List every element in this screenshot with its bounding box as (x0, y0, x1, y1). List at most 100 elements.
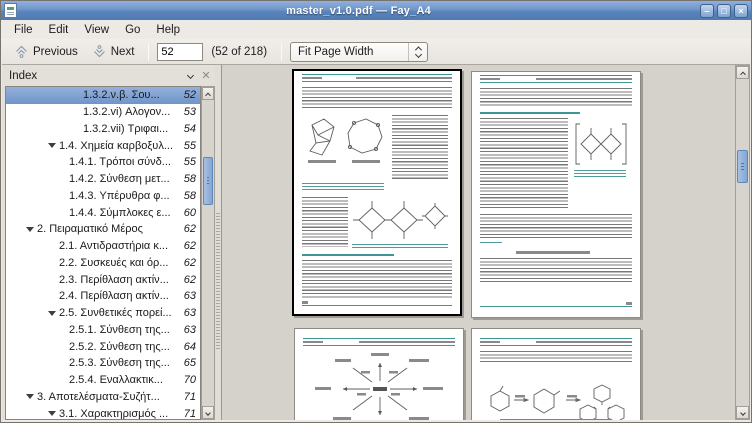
index-item[interactable]: 2.5.1. Σύνθεση της... 63 (6, 322, 200, 339)
splitter-grip-icon (216, 213, 220, 351)
index-item[interactable]: 1.4.2. Σύνθεση μετ...58 (6, 171, 200, 188)
index-item-label: 2.3. Περίθλαση ακτίν... (59, 274, 169, 286)
index-item[interactable]: 1.3.2.ν.β. Σου...52 (6, 87, 200, 104)
equation (516, 251, 590, 254)
sidebar-view-dropdown[interactable]: Index (5, 66, 197, 86)
index-item[interactable]: 2.5. Συνθετικές πορεί...63 (6, 305, 200, 322)
previous-label: Previous (33, 46, 78, 58)
zoom-select[interactable]: Fit Page Width (290, 42, 428, 62)
next-label: Next (111, 46, 135, 58)
expander-icon[interactable] (44, 143, 59, 148)
window-title: master_v1.0.pdf — Fay_A4 (17, 5, 700, 17)
menu-file[interactable]: File (6, 22, 41, 38)
scroll-down-icon[interactable] (202, 406, 214, 419)
index-item-page: 58 (184, 190, 200, 202)
sidebar-scroll-thumb[interactable] (203, 157, 213, 205)
index-item-label: 1.4. Χημεία καρβοξυλ... (59, 140, 173, 152)
index-item[interactable]: 2.1. Αντιδραστήρια κ...62 (6, 238, 200, 255)
page-preview[interactable] (471, 71, 641, 318)
index-item-page: 70 (184, 374, 200, 386)
index-item[interactable]: 2.3. Περίθλαση ακτίν... 62 (6, 271, 200, 288)
expander-icon[interactable] (44, 311, 59, 316)
toolbar-separator (148, 43, 149, 61)
expander-icon[interactable] (22, 227, 37, 232)
minimize-button[interactable]: – (700, 4, 714, 18)
index-item-page: 60 (184, 207, 200, 219)
index-item-page: 55 (184, 140, 200, 152)
index-item[interactable]: 1.3.2.vii) Τριφαι...54 (6, 121, 200, 138)
spinner-arrows-icon[interactable] (408, 43, 427, 61)
scroll-up-icon[interactable] (202, 87, 214, 100)
index-item-page: 64 (184, 341, 200, 353)
section-heading (302, 254, 394, 256)
index-item[interactable]: 2.5.4. Εναλλακτικ... 70 (6, 372, 200, 389)
index-item-label: 2.1. Αντιδραστήρια κ... (59, 240, 168, 252)
page-text-block (392, 115, 448, 179)
index-item-label: 2.5.1. Σύνθεση της... (69, 324, 170, 336)
index-item-page: 62 (184, 274, 200, 286)
index-item[interactable]: 1.4.3. Υπέρυθρα φ... 58 (6, 188, 200, 205)
index-item-page: 53 (184, 106, 200, 118)
page-text-block (302, 260, 452, 298)
chem-structure-small (422, 203, 448, 229)
expander-icon[interactable] (22, 394, 37, 399)
index-item[interactable]: 2.5.3. Σύνθεση της...65 (6, 355, 200, 372)
index-item[interactable]: 2.5.2. Σύνθεση της...64 (6, 338, 200, 355)
toolbar: Previous Next (52 of 218) Fit Page Width (2, 39, 750, 65)
menu-help[interactable]: Help (148, 22, 188, 38)
index-item[interactable]: 1.4. Χημεία καρβοξυλ... 55 (6, 137, 200, 154)
sidebar-scrollbar[interactable] (201, 86, 215, 420)
menu-go[interactable]: Go (117, 22, 148, 38)
index-item-label: 1.3.2.vii) Τριφαι... (83, 123, 168, 135)
page-text-block (480, 118, 568, 210)
index-item-label: 1.3.2.ν.β. Σου... (83, 89, 160, 101)
previous-button[interactable]: Previous (8, 42, 84, 61)
index-item[interactable]: 3.1. Χαρακτηρισμός ... 71 (6, 405, 200, 420)
menu-edit[interactable]: Edit (41, 22, 77, 38)
index-item[interactable]: 3. Αποτελέσματα-Συζήτ...71 (6, 389, 200, 406)
index-item-label: 1.3.2.vi) Αλογον... (83, 106, 170, 118)
index-item-label: 2.5.4. Εναλλακτικ... (69, 374, 163, 386)
index-item-page: 63 (184, 290, 200, 302)
maximize-button[interactable]: □ (717, 4, 731, 18)
main-scroll-thumb[interactable] (737, 150, 748, 183)
index-item-page: 71 (184, 391, 200, 403)
figure-caption (302, 183, 384, 190)
index-item-label: 3.1. Χαρακτηρισμός ... (59, 408, 168, 420)
document-view[interactable] (221, 65, 750, 420)
sidebar-close-button[interactable]: ✕ (197, 69, 215, 82)
menu-view[interactable]: View (76, 22, 117, 38)
scroll-up-icon[interactable] (736, 66, 749, 79)
expander-icon[interactable] (44, 411, 59, 416)
benzene-reaction-scheme (484, 371, 630, 420)
next-button[interactable]: Next (86, 42, 141, 61)
index-item-page: 63 (184, 324, 200, 336)
index-item-label: 1.4.4. Σύμπλοκες ε... (69, 207, 171, 219)
section-heading (480, 112, 580, 114)
close-button[interactable]: × (734, 4, 748, 18)
main-scrollbar[interactable] (735, 65, 750, 420)
chem-structure-bracket (574, 122, 628, 166)
index-item-page: 71 (184, 408, 200, 420)
index-item[interactable]: 2.4. Περίθλαση ακτίν...63 (6, 288, 200, 305)
titlebar[interactable]: master_v1.0.pdf — Fay_A4 – □ × (1, 1, 751, 20)
index-item[interactable]: 1.4.4. Σύμπλοκες ε... 60 (6, 204, 200, 221)
app-window: master_v1.0.pdf — Fay_A4 – □ × File Edit… (0, 0, 752, 423)
page-text-block (480, 214, 632, 240)
scroll-down-icon[interactable] (736, 406, 749, 419)
index-item[interactable]: 2.2. Συσκευές και όρ... 62 (6, 255, 200, 272)
index-item-page: 62 (184, 257, 200, 269)
page-preview-current[interactable] (292, 69, 462, 316)
index-item[interactable]: 2. Πειραματικό Μέρος62 (6, 221, 200, 238)
page-text-block (480, 351, 632, 364)
index-item-page: 62 (184, 223, 200, 235)
index-item-page: 63 (184, 307, 200, 319)
page-preview[interactable] (471, 328, 641, 420)
page-preview[interactable] (294, 328, 464, 420)
page-text-block (302, 197, 348, 247)
page-number-input[interactable] (157, 43, 203, 61)
index-item[interactable]: 1.3.2.vi) Αλογον... 53 (6, 104, 200, 121)
index-item-label: 1.4.3. Υπέρυθρα φ... (69, 190, 170, 202)
index-item-label: 2.2. Συσκευές και όρ... (59, 257, 168, 269)
index-item[interactable]: 1.4.1. Τρόποι σύνδ...55 (6, 154, 200, 171)
